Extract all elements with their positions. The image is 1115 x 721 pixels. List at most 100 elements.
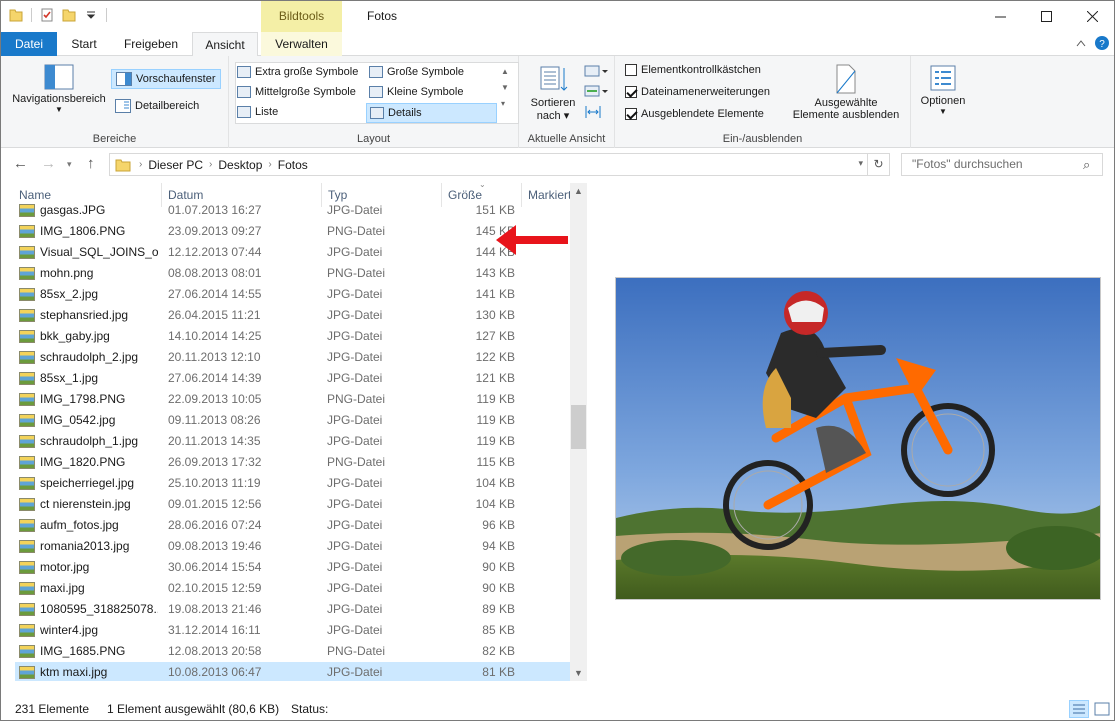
group-label-layout: Layout bbox=[356, 133, 391, 145]
hidden-items-checkbox[interactable] bbox=[625, 108, 637, 120]
file-date: 28.06.2016 07:24 bbox=[168, 518, 262, 532]
preview-pane-label: Vorschaufenster bbox=[136, 73, 216, 85]
help-icon[interactable]: ? bbox=[1094, 35, 1110, 51]
file-row[interactable]: bkk_gaby.jpg 14.10.2014 14:25 JPG-Datei 127… bbox=[15, 326, 575, 347]
file-name: schraudolph_2.jpg bbox=[40, 350, 139, 364]
file-row[interactable]: motor.jpg 30.06.2014 15:54 JPG-Datei 90 KB bbox=[15, 557, 575, 578]
file-row[interactable]: 1080595_318825078... 19.08.2013 21:46 JPG-… bbox=[15, 599, 575, 620]
minimize-button[interactable] bbox=[977, 1, 1023, 32]
breadcrumb-fotos[interactable]: Fotos bbox=[278, 158, 308, 172]
file-row[interactable]: 85sx_2.jpg 27.06.2014 14:55 JPG-Datei 141 K… bbox=[15, 284, 575, 305]
file-date: 26.09.2013 17:32 bbox=[168, 455, 262, 469]
forward-button[interactable]: → bbox=[41, 155, 56, 172]
tab-file[interactable]: Datei bbox=[1, 32, 57, 56]
file-row[interactable]: winter4.jpg 31.12.2014 16:11 JPG-Datei 85 K… bbox=[15, 620, 575, 641]
file-row[interactable]: IMG_0542.jpg 09.11.2013 08:26 JPG-Datei 119… bbox=[15, 410, 575, 431]
back-button[interactable]: ← bbox=[13, 155, 28, 172]
options-dropdown-icon: ▼ bbox=[939, 107, 947, 116]
address-bar[interactable]: › Dieser PC › Desktop › Fotos ▾ ↻ bbox=[109, 153, 890, 176]
properties-icon[interactable] bbox=[40, 7, 54, 23]
file-row[interactable]: aufm_fotos.jpg 28.06.2016 07:24 JPG-Datei 9… bbox=[15, 515, 575, 536]
recent-locations-button[interactable]: ▾ bbox=[67, 159, 72, 170]
address-dropdown-icon[interactable]: ▾ bbox=[858, 158, 863, 169]
file-name: stephansried.jpg bbox=[40, 308, 129, 322]
file-row[interactable]: speicherriegel.jpg 25.10.2013 11:19 JPG-Da… bbox=[15, 473, 575, 494]
extra-large-icons-icon bbox=[237, 66, 251, 78]
close-button[interactable] bbox=[1069, 1, 1114, 32]
refresh-icon[interactable]: ↻ bbox=[867, 154, 889, 175]
tab-view[interactable]: Ansicht bbox=[192, 32, 258, 57]
file-row[interactable]: IMG_1798.PNG 22.09.2013 10:05 PNG-Datei 119… bbox=[15, 389, 575, 410]
file-row[interactable]: romania2013.jpg 09.08.2013 19:46 JPG-Datei… bbox=[15, 536, 575, 557]
navigation-pane-button[interactable]: Navigationsbereich ▼ bbox=[7, 64, 111, 114]
details-pane-button[interactable]: Detailbereich bbox=[115, 99, 199, 113]
hidden-items-toggle[interactable]: Ausgeblendete Elemente bbox=[625, 108, 764, 120]
file-size: 122 KB bbox=[475, 350, 515, 364]
file-size: 143 KB bbox=[475, 266, 515, 280]
file-extensions-checkbox[interactable] bbox=[625, 86, 637, 98]
breadcrumb-separator-icon: › bbox=[268, 159, 272, 170]
file-row[interactable]: IMG_1685.PNG 12.08.2013 20:58 PNG-Datei 82 … bbox=[15, 641, 575, 662]
folder-icon[interactable] bbox=[9, 7, 23, 23]
svg-text:?: ? bbox=[1099, 39, 1105, 50]
file-row[interactable]: IMG_1820.PNG 26.09.2013 17:32 PNG-Datei 115… bbox=[15, 452, 575, 473]
file-row[interactable]: schraudolph_1.jpg 20.11.2013 14:35 JPG-Dat… bbox=[15, 431, 575, 452]
search-icon[interactable]: ⌕ bbox=[1083, 157, 1090, 173]
options-button[interactable]: Optionen ▼ bbox=[915, 64, 971, 116]
hide-selected-button[interactable]: Ausgewählte Elemente ausblenden bbox=[787, 64, 905, 121]
file-extensions-toggle[interactable]: Dateinamenerweiterungen bbox=[625, 86, 770, 98]
details-view-icon[interactable] bbox=[1069, 700, 1089, 718]
new-folder-icon[interactable] bbox=[62, 7, 76, 23]
hide-selected-icon bbox=[836, 64, 856, 94]
preview-pane-button[interactable]: Vorschaufenster bbox=[111, 69, 221, 89]
item-checkboxes-toggle[interactable]: Elementkontrollkästchen bbox=[625, 64, 761, 76]
file-row[interactable]: ct nierenstein.jpg 09.01.2015 12:56 JPG-Da… bbox=[15, 494, 575, 515]
view-list[interactable]: Liste bbox=[237, 106, 278, 118]
file-date: 09.01.2015 12:56 bbox=[168, 497, 262, 511]
image-file-icon bbox=[19, 540, 35, 553]
scroll-down-icon[interactable]: ▼ bbox=[570, 668, 587, 678]
file-date: 27.06.2014 14:55 bbox=[168, 287, 262, 301]
breadcrumb-this-pc[interactable]: Dieser PC bbox=[148, 158, 203, 172]
ribbon-collapse-icon[interactable] bbox=[1076, 39, 1086, 47]
chevron-down-icon: ▾ bbox=[67, 159, 72, 169]
title-bar: Bildtools Fotos bbox=[1, 1, 1114, 32]
image-file-icon bbox=[19, 603, 35, 616]
breadcrumb-desktop[interactable]: Desktop bbox=[218, 158, 262, 172]
file-row[interactable]: 85sx_1.jpg 27.06.2014 14:39 JPG-Datei 121 K… bbox=[15, 368, 575, 389]
tab-share[interactable]: Freigeben bbox=[111, 32, 191, 56]
large-icons-view-icon[interactable] bbox=[1093, 700, 1111, 718]
sort-by-button[interactable]: Sortieren nach ▾ bbox=[525, 64, 581, 122]
item-checkboxes-checkbox[interactable] bbox=[625, 64, 637, 76]
tab-start[interactable]: Start bbox=[59, 32, 109, 56]
customize-dropdown-icon[interactable] bbox=[84, 7, 98, 23]
view-extra-large-icons[interactable]: Extra große Symbole bbox=[237, 66, 358, 78]
file-row[interactable]: ktm maxi.jpg 10.08.2013 06:47 JPG-Datei 81 … bbox=[15, 662, 575, 681]
file-row[interactable]: mohn.png 08.08.2013 08:01 PNG-Datei 143 KB bbox=[15, 263, 575, 284]
view-small-icons[interactable]: Kleine Symbole bbox=[369, 86, 463, 98]
view-medium-icons[interactable]: Mittelgroße Symbole bbox=[237, 86, 356, 98]
search-input[interactable]: "Fotos" durchsuchen bbox=[901, 153, 1103, 176]
group-by-icon[interactable] bbox=[584, 64, 608, 78]
file-date: 25.10.2013 11:19 bbox=[168, 476, 261, 490]
file-row[interactable]: IMG_1806.PNG 23.09.2013 09:27 PNG-Datei 145… bbox=[15, 221, 575, 242]
details-icon bbox=[370, 107, 384, 119]
group-panes: Navigationsbereich ▼ Vorschaufenster Det… bbox=[1, 56, 229, 148]
up-button[interactable]: ↑ bbox=[87, 155, 95, 172]
scrollbar-thumb[interactable] bbox=[571, 405, 586, 449]
add-columns-icon[interactable] bbox=[584, 84, 608, 98]
maximize-button[interactable] bbox=[1023, 1, 1069, 32]
tab-manage[interactable]: Verwalten bbox=[261, 32, 342, 56]
view-details[interactable]: Details bbox=[366, 103, 497, 123]
file-row[interactable]: maxi.jpg 02.10.2015 12:59 JPG-Datei 90 KB bbox=[15, 578, 575, 599]
scroll-up-icon[interactable]: ▲ bbox=[570, 186, 587, 196]
file-row[interactable]: gasgas.JPG 01.07.2013 16:27 JPG-Datei 151 K… bbox=[15, 200, 575, 221]
file-row[interactable]: stephansried.jpg 26.04.2015 11:21 JPG-Date… bbox=[15, 305, 575, 326]
image-file-icon bbox=[19, 351, 35, 364]
file-row[interactable]: schraudolph_2.jpg 20.11.2013 12:10 JPG-Dat… bbox=[15, 347, 575, 368]
size-columns-icon[interactable] bbox=[584, 104, 602, 120]
view-large-icons[interactable]: Große Symbole bbox=[369, 66, 464, 78]
file-row[interactable]: Visual_SQL_JOINS_o... 12.12.2013 07:44 JPG… bbox=[15, 242, 575, 263]
file-type: JPG-Datei bbox=[327, 539, 383, 553]
layout-scroll-icon[interactable]: ▲ ▼ ▾ bbox=[501, 64, 509, 112]
